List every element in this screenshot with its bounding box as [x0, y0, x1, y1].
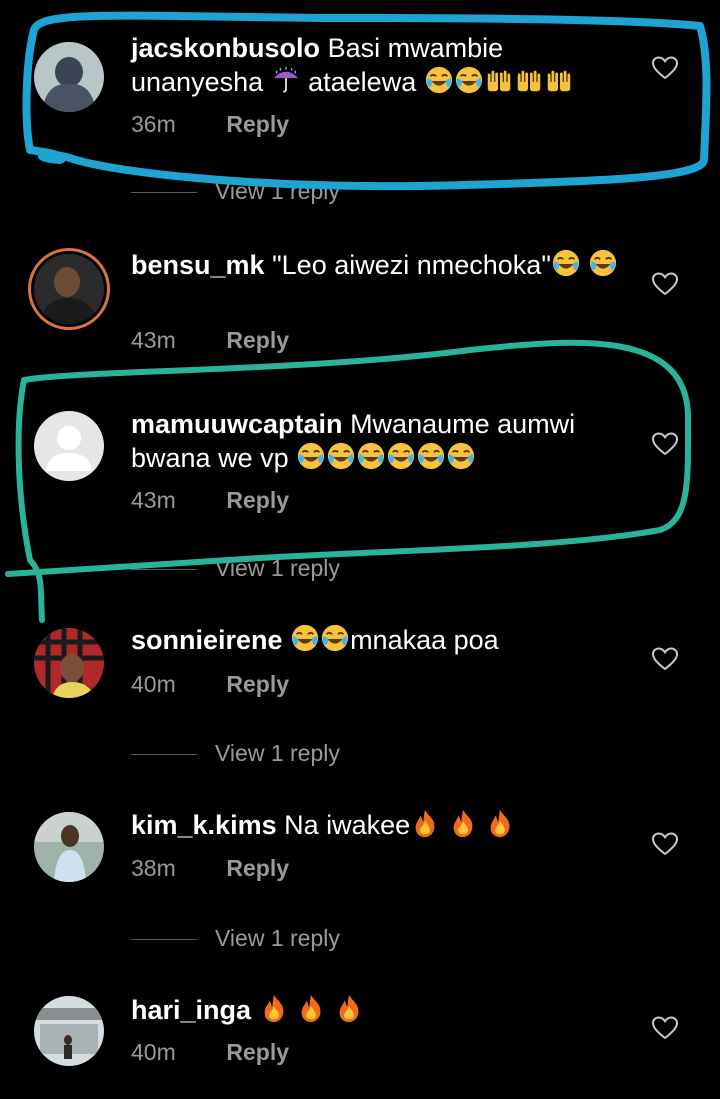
annotation-overlay: [5, 11, 711, 623]
laugh-icon: [446, 441, 476, 471]
divider: [131, 754, 197, 756]
divider: [131, 192, 197, 194]
timestamp: 40m: [131, 671, 176, 697]
reply-button[interactable]: Reply: [226, 671, 289, 697]
laugh-icon: [386, 441, 416, 471]
view-replies-button[interactable]: View 1 reply: [131, 178, 340, 205]
reply-button[interactable]: Reply: [226, 487, 289, 513]
fire-icon: [448, 808, 478, 838]
view-replies-button[interactable]: View 1 reply: [131, 555, 340, 582]
timestamp: 43m: [131, 487, 176, 513]
laugh-icon: [588, 248, 618, 278]
fire-icon: [334, 993, 364, 1023]
like-heart-icon[interactable]: [652, 432, 678, 456]
username[interactable]: kim_k.kims: [131, 810, 277, 840]
comment-text: Na iwakee: [284, 810, 515, 840]
username[interactable]: bensu_mk: [131, 250, 265, 280]
like-heart-icon[interactable]: [652, 272, 678, 296]
annotation-outline-teal: [5, 339, 692, 623]
reply-button[interactable]: Reply: [226, 327, 289, 353]
reply-button[interactable]: Reply: [226, 111, 289, 137]
fire-icon: [410, 808, 440, 838]
comment-text: mnakaa poa: [290, 625, 499, 655]
timestamp: 38m: [131, 855, 176, 881]
avatar[interactable]: [34, 42, 104, 112]
umbrella-icon: [271, 65, 301, 95]
avatar[interactable]: [34, 628, 104, 698]
divider: [131, 569, 197, 571]
fire-icon: [485, 808, 515, 838]
fire-icon: [296, 993, 326, 1023]
laugh-icon: [454, 65, 484, 95]
raised-hands-icon: [484, 65, 514, 95]
laugh-icon: [296, 441, 326, 471]
reply-button[interactable]: Reply: [226, 1039, 289, 1065]
like-heart-icon[interactable]: [652, 647, 678, 671]
fire-icon: [259, 993, 289, 1023]
comment-text: [259, 995, 364, 1025]
timestamp: 36m: [131, 111, 176, 137]
like-heart-icon[interactable]: [652, 56, 678, 80]
laugh-icon: [356, 441, 386, 471]
like-heart-icon[interactable]: [652, 1016, 678, 1040]
raised-hands-icon: [514, 65, 544, 95]
avatar[interactable]: [34, 812, 104, 882]
username[interactable]: sonnieirene: [131, 625, 283, 655]
divider: [131, 939, 197, 941]
avatar[interactable]: [34, 996, 104, 1066]
laugh-icon: [290, 623, 320, 653]
raised-hands-icon: [544, 65, 574, 95]
timestamp: 43m: [131, 327, 176, 353]
laugh-icon: [551, 248, 581, 278]
timestamp: 40m: [131, 1039, 176, 1065]
username[interactable]: hari_inga: [131, 995, 251, 1025]
laugh-icon: [320, 623, 350, 653]
like-heart-icon[interactable]: [652, 832, 678, 856]
avatar[interactable]: [34, 254, 104, 324]
laugh-icon: [424, 65, 454, 95]
username[interactable]: mamuuwcaptain: [131, 409, 343, 439]
comment-text: "Leo aiwezi nmechoka": [272, 250, 618, 280]
laugh-icon: [416, 441, 446, 471]
view-replies-button[interactable]: View 1 reply: [131, 740, 340, 767]
avatar[interactable]: [34, 411, 104, 481]
username[interactable]: jacskonbusolo: [131, 33, 320, 63]
reply-button[interactable]: Reply: [226, 855, 289, 881]
laugh-icon: [326, 441, 356, 471]
view-replies-button[interactable]: View 1 reply: [131, 925, 340, 952]
